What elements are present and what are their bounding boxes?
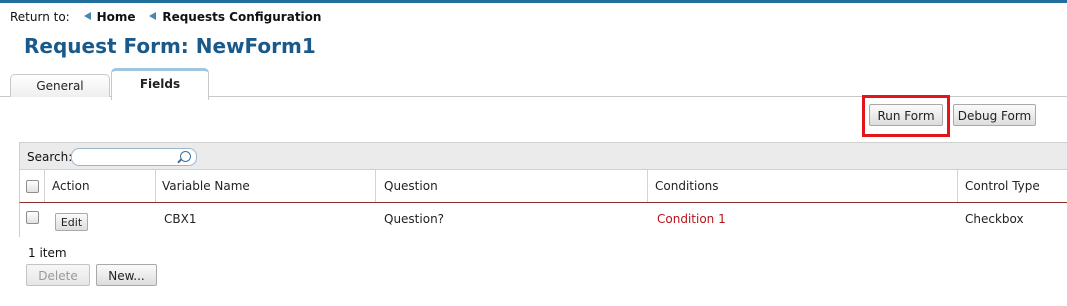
new-button[interactable]: New... [96, 264, 157, 286]
search-label: Search: [27, 150, 73, 164]
column-header-variable-name[interactable]: Variable Name [156, 170, 376, 202]
search-icon[interactable] [180, 151, 191, 162]
breadcrumb-requests-configuration-link[interactable]: Requests Configuration [162, 10, 321, 24]
table-header-row: Action Variable Name Question Conditions… [19, 170, 1067, 203]
breadcrumb-home-link[interactable]: Home [97, 10, 136, 24]
top-accent-line [0, 0, 1067, 3]
tab-bar: General Fields [0, 68, 1067, 100]
column-header-action[interactable]: Action [45, 170, 156, 202]
row-select-checkbox[interactable] [26, 211, 39, 224]
column-header-question[interactable]: Question [376, 170, 648, 202]
table-row[interactable]: Edit CBX1 Question? Condition 1 Checkbox [19, 203, 1067, 237]
column-header-control-type[interactable]: Control Type [958, 170, 1067, 202]
page-title: Request Form: NewForm1 [24, 34, 316, 58]
breadcrumb: Return to: Home Requests Configuration [10, 10, 321, 24]
search-bar: Search: [19, 142, 1067, 170]
fields-grid: Search: Action Variable Name Question Co… [19, 142, 1067, 242]
column-header-conditions[interactable]: Conditions [648, 170, 958, 202]
condition-link[interactable]: Condition 1 [657, 203, 726, 237]
edit-button[interactable]: Edit [55, 213, 88, 231]
select-all-checkbox[interactable] [26, 180, 39, 193]
tab-fields[interactable]: Fields [111, 68, 209, 100]
search-input[interactable] [71, 148, 197, 166]
delete-button[interactable]: Delete [26, 264, 90, 286]
question-cell: Question? [384, 212, 445, 226]
breadcrumb-label: Return to: [10, 10, 70, 24]
control-type-cell: Checkbox [965, 212, 1024, 226]
breadcrumb-arrow-icon [83, 12, 91, 20]
variable-name-cell: CBX1 [164, 212, 197, 226]
debug-form-button[interactable]: Debug Form [953, 104, 1036, 126]
select-all-cell [20, 170, 45, 202]
tab-general[interactable]: General [10, 74, 110, 97]
item-count: 1 item [28, 246, 67, 260]
breadcrumb-arrow-icon [149, 12, 157, 20]
run-form-button[interactable]: Run Form [869, 104, 943, 126]
